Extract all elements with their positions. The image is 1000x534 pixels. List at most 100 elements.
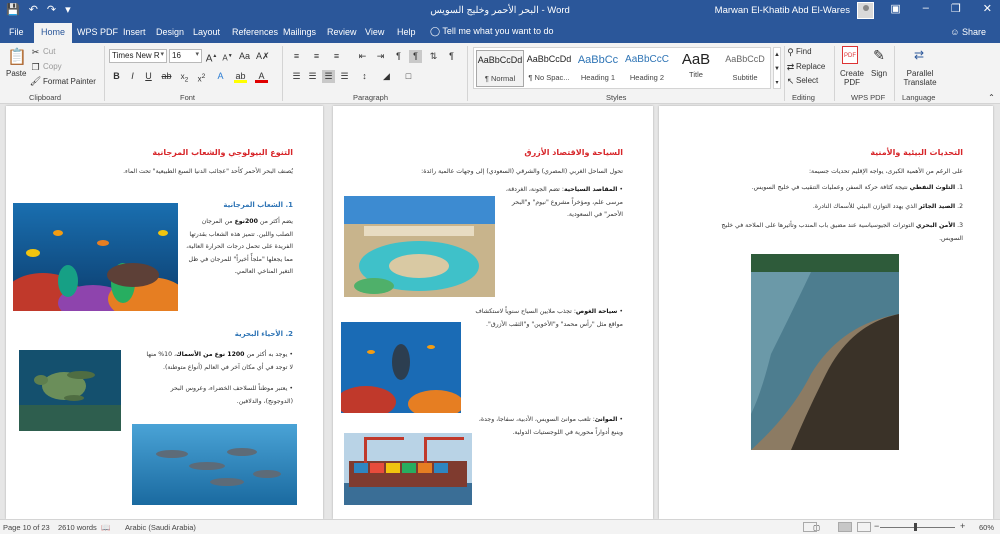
style-subtitle[interactable]: AaBbCcD Subtitle [721, 50, 769, 87]
style-normal[interactable]: AaBbCcDd ¶ Normal [476, 50, 524, 87]
tab-home[interactable]: Home [34, 23, 73, 43]
paste-icon[interactable]: 📋 [7, 47, 27, 69]
ribbon-display-icon[interactable]: ▣ [890, 2, 900, 15]
show-marks-icon[interactable]: ¶ [445, 50, 458, 63]
page-indicator[interactable]: Page 10 of 23 [3, 523, 50, 532]
underline-icon[interactable]: U [142, 70, 155, 83]
decrease-indent-icon[interactable]: ⇤ [356, 50, 369, 63]
increase-indent-icon[interactable]: ⇥ [374, 50, 387, 63]
format-painter-icon[interactable]: 🖌 [29, 75, 42, 88]
zoom-level[interactable]: 60% [979, 523, 994, 532]
page-right[interactable]: التحديات البيئية والأمنية على الرغم من ا… [659, 106, 993, 519]
tab-review[interactable]: Review [327, 27, 357, 37]
numbering-icon[interactable]: ≡ [310, 50, 323, 63]
tab-file[interactable]: File [9, 27, 24, 37]
dolphins-image [132, 424, 297, 505]
translate-icon[interactable]: ⇄ [910, 46, 928, 64]
clear-formatting-icon[interactable]: A✗ [256, 50, 270, 63]
diver-image [341, 322, 461, 413]
tourism-term: المقاصد السياحية [563, 186, 618, 193]
grow-font-icon[interactable]: A▲ [205, 50, 218, 64]
font-family-select[interactable]: Times New R ▾ [109, 49, 167, 63]
font-color-icon[interactable]: A [255, 70, 268, 83]
item-text: نتيجة كثافة حركة السفن وعمليات التنقيب ف… [751, 184, 910, 191]
language-indicator[interactable]: Arabic (Saudi Arabia) [125, 523, 196, 532]
web-layout-button[interactable] [857, 522, 871, 532]
style-heading-2[interactable]: AaBbCcC Heading 2 [623, 50, 671, 87]
tab-mailings[interactable]: Mailings [283, 27, 316, 37]
create-pdf-button[interactable]: Create PDF [839, 69, 865, 87]
multilevel-list-icon[interactable]: ≡ [330, 50, 343, 63]
shrink-font-icon[interactable]: A▼ [221, 50, 234, 63]
copy-icon[interactable]: ❐ [29, 61, 42, 74]
zoom-slider[interactable] [880, 527, 955, 528]
align-right-icon[interactable]: ☰ [322, 70, 335, 83]
style-name: Heading 1 [580, 73, 616, 82]
highlight-icon[interactable]: ab [234, 70, 247, 83]
sign-button[interactable]: Sign [871, 69, 887, 78]
select-button[interactable]: Select [796, 76, 818, 85]
tab-insert[interactable]: Insert [123, 27, 146, 37]
parallel-translate-button[interactable]: Parallel Translate [900, 69, 940, 87]
line-spacing-icon[interactable]: ↕ [358, 70, 371, 83]
avatar[interactable] [857, 2, 874, 19]
tab-layout[interactable]: Layout [193, 27, 220, 37]
rtl-icon[interactable]: ¶ [409, 50, 422, 63]
copy-button[interactable]: Copy [43, 62, 62, 71]
collapse-ribbon-icon[interactable]: ⌃ [985, 91, 998, 104]
restore-icon[interactable]: ❐ [951, 2, 961, 15]
tab-view[interactable]: View [365, 27, 384, 37]
zoom-out-icon[interactable]: − [874, 521, 879, 531]
font-family-value: Times New R [112, 51, 160, 60]
align-left-icon[interactable]: ☰ [290, 70, 303, 83]
ltr-icon[interactable]: ¶ [392, 50, 405, 63]
shading-icon[interactable]: ◢ [380, 70, 393, 83]
bullets-icon[interactable]: ≡ [290, 50, 303, 63]
format-painter-button[interactable]: Format Painter [43, 77, 96, 86]
style-no-spacing[interactable]: AaBbCcDd ¶ No Spac... [525, 50, 573, 87]
page-middle[interactable]: السياحة والاقتصاد الأزرق تحول الساحل الغ… [333, 106, 653, 519]
replace-button[interactable]: Replace [796, 62, 825, 71]
close-icon[interactable]: ✕ [983, 2, 992, 15]
pdf-icon[interactable]: PDF [842, 46, 858, 64]
user-name[interactable]: Marwan El-Khatib Abd El-Wares [715, 5, 850, 16]
read-mode-button[interactable] [803, 522, 817, 532]
text-effects-icon[interactable]: A [214, 70, 227, 83]
page-left[interactable]: التنوع البيولوجي والشعاب المرجانية يُصنف… [6, 106, 323, 519]
borders-icon[interactable]: □ [402, 70, 415, 83]
tell-me-box[interactable]: ◯ Tell me what you want to do [430, 26, 553, 37]
sort-icon[interactable]: ⇅ [427, 50, 440, 63]
change-case-icon[interactable]: Aa [238, 50, 251, 63]
find-button[interactable]: Find [796, 47, 812, 56]
share-button[interactable]: ☺ Share [950, 27, 986, 37]
justify-icon[interactable]: ☰ [338, 70, 351, 83]
style-sample: AaBbCcDd [477, 55, 523, 65]
divider [282, 46, 283, 101]
zoom-slider-thumb[interactable] [914, 523, 917, 531]
italic-icon[interactable]: I [126, 70, 139, 83]
tab-references[interactable]: References [232, 27, 278, 37]
tab-help[interactable]: Help [397, 27, 416, 37]
sign-icon[interactable]: ✎ [871, 46, 887, 64]
style-name: Title [689, 70, 703, 79]
style-heading-1[interactable]: AaBbCc Heading 1 [574, 50, 622, 87]
lightbulb-icon: ◯ [430, 26, 441, 36]
strikethrough-icon[interactable]: ab [160, 70, 173, 83]
bold-icon[interactable]: B [110, 70, 123, 83]
align-center-icon[interactable]: ☰ [306, 70, 319, 83]
style-title[interactable]: AaB Title [672, 50, 720, 87]
paste-button[interactable]: Paste [6, 69, 26, 78]
tab-design[interactable]: Design [156, 27, 184, 37]
minimize-icon[interactable]: – [923, 2, 929, 15]
styles-scroll[interactable]: ▲ ▼ ▾ [773, 47, 781, 89]
print-layout-button[interactable] [838, 522, 852, 532]
cut-button[interactable]: Cut [43, 47, 55, 56]
subscript-icon[interactable]: x2 [178, 70, 191, 84]
scissors-icon[interactable]: ✂ [29, 46, 42, 59]
word-count[interactable]: 2610 words [58, 523, 97, 532]
zoom-in-icon[interactable]: + [960, 521, 965, 531]
superscript-icon[interactable]: x2 [195, 70, 208, 84]
proofing-icon[interactable]: 📖 [101, 523, 110, 532]
font-size-select[interactable]: 16 ▾ [169, 49, 202, 63]
tab-wps-pdf[interactable]: WPS PDF [77, 27, 118, 37]
